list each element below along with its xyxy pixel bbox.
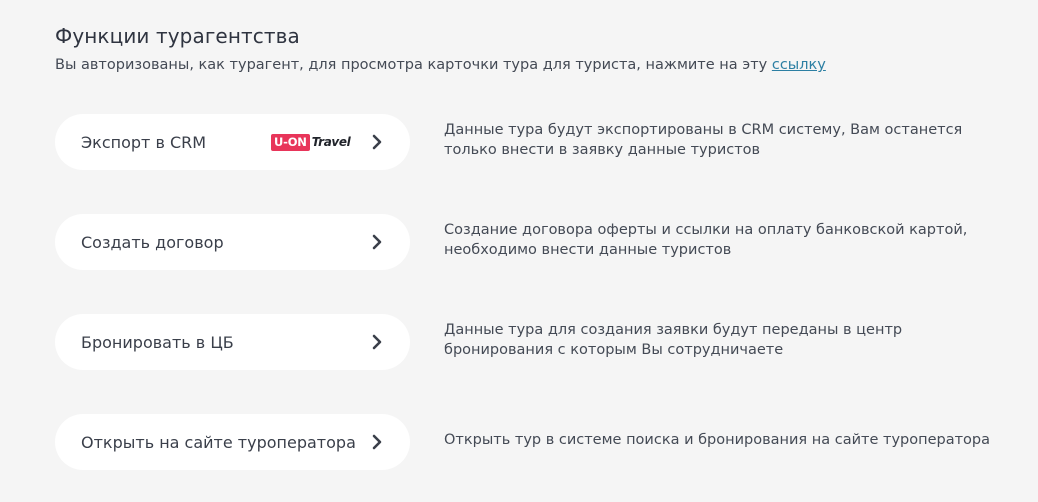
chevron-right-icon [372, 134, 382, 150]
uon-logo-text: Travel [311, 135, 351, 149]
uon-travel-logo: U-ON Travel [271, 133, 351, 151]
tourist-view-link[interactable]: ссылку [772, 57, 826, 73]
description-line: необходимо внести данные туристов [444, 242, 732, 258]
description-line: только внести в заявку данные туристов [444, 142, 761, 158]
uon-logo-box: U-ON [271, 133, 310, 151]
subtitle-text: Вы авторизованы, как турагент, для просм… [55, 57, 772, 73]
export-crm-button[interactable]: Экспорт в CRM U-ON Travel [55, 114, 410, 170]
action-row-open-operator: Открыть на сайте туроператора Открыть ту… [55, 414, 995, 470]
create-contract-label: Создать договор [81, 233, 224, 252]
book-cb-button[interactable]: Бронировать в ЦБ [55, 314, 410, 370]
description-line: Создание договора оферты и ссылки на опл… [444, 222, 968, 238]
action-row-create-contract: Создать договор Создание договора оферты… [55, 214, 995, 270]
chevron-right-icon [372, 234, 382, 250]
chevron-right-icon [372, 334, 382, 350]
open-operator-site-button[interactable]: Открыть на сайте туроператора [55, 414, 410, 470]
page-title: Функции турагентства [55, 24, 300, 48]
action-row-export-crm: Экспорт в CRM U-ON Travel Данные тура бу… [55, 114, 995, 170]
open-operator-description: Открыть тур в системе поиска и бронирова… [444, 430, 1004, 450]
book-cb-label: Бронировать в ЦБ [81, 333, 234, 352]
open-operator-label: Открыть на сайте туроператора [81, 433, 356, 452]
create-contract-button[interactable]: Создать договор [55, 214, 410, 270]
action-row-book-cb: Бронировать в ЦБ Данные тура для создани… [55, 314, 995, 370]
book-cb-description: Данные тура для создания заявки будут пе… [444, 320, 989, 360]
export-crm-label: Экспорт в CRM [81, 133, 207, 152]
description-line: Открыть тур в системе поиска и бронирова… [444, 432, 991, 448]
chevron-right-icon [372, 434, 382, 450]
description-line: Данные тура будут экспортированы в CRM с… [444, 122, 963, 138]
page-subtitle: Вы авторизованы, как турагент, для просм… [55, 57, 826, 73]
description-line: Данные тура для создания заявки будут пе… [444, 322, 903, 338]
description-line: бронирования с которым Вы сотрудничаете [444, 342, 784, 358]
export-crm-description: Данные тура будут экспортированы в CRM с… [444, 120, 989, 160]
create-contract-description: Создание договора оферты и ссылки на опл… [444, 220, 989, 260]
